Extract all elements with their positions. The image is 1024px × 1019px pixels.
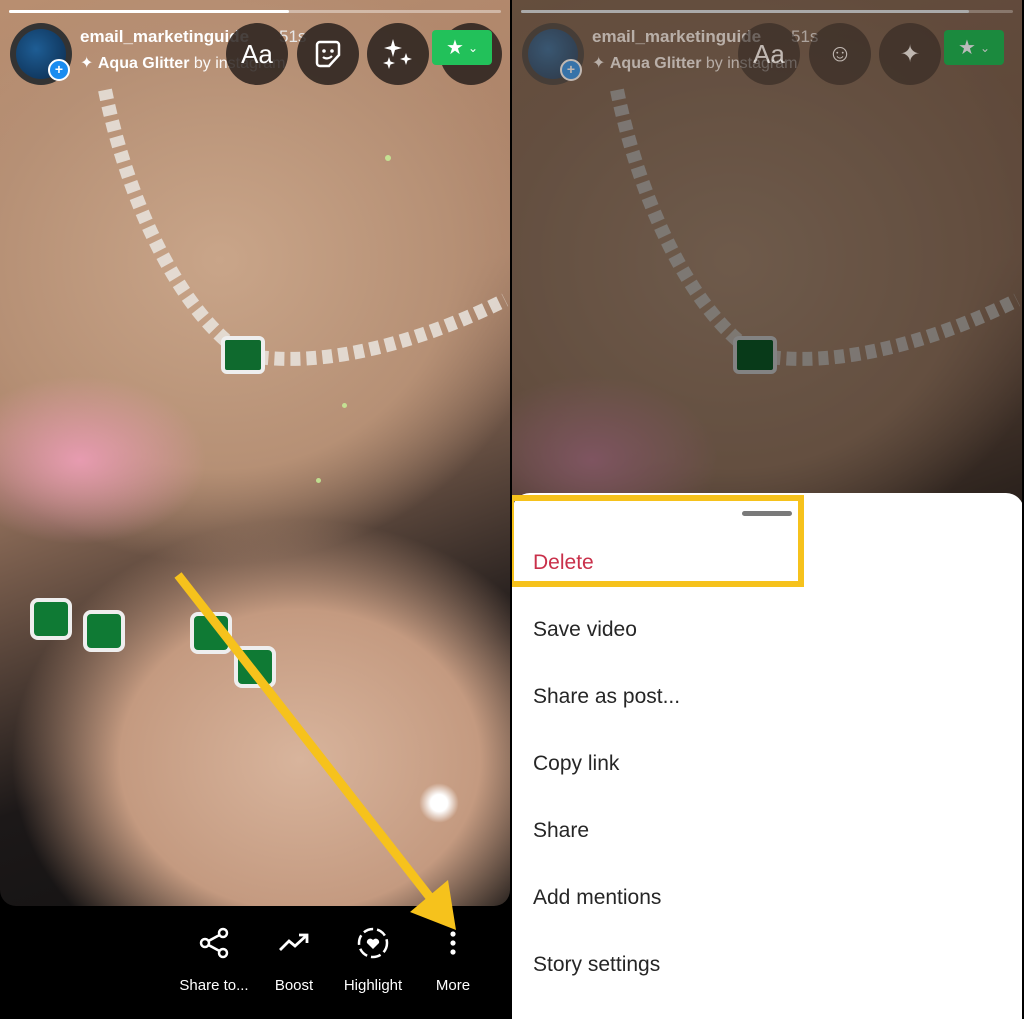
highlight-label: Highlight: [343, 977, 403, 994]
sparkles-icon: ✦: [80, 55, 98, 72]
close-friends-button[interactable]: ★ ⌄: [432, 30, 492, 65]
chevron-down-icon: ⌄: [979, 40, 990, 55]
share-icon: [199, 927, 229, 959]
avatar[interactable]: +: [10, 23, 72, 85]
story-media[interactable]: [0, 0, 510, 906]
boost-button[interactable]: Boost: [254, 926, 334, 994]
chevron-down-icon: ⌄: [467, 40, 478, 55]
sticker-icon: [315, 40, 341, 68]
sticker-button: ☺: [809, 23, 871, 85]
story-viewer-left: + email_marketinguide 51s ✦ Aqua Glitter…: [0, 0, 510, 1019]
menu-item-add-mentions[interactable]: Add mentions: [533, 886, 661, 910]
more-label: More: [435, 977, 471, 994]
highlight-button[interactable]: Highlight: [333, 926, 413, 994]
more-vertical-icon: [450, 931, 456, 955]
text-tool-button: Aa: [738, 23, 800, 85]
sparkles-icon: [383, 39, 412, 69]
close-friends-button: ★ ⌄: [944, 30, 1004, 65]
story-progress-bar: [521, 10, 1013, 13]
effect-name: Aqua Glitter: [609, 55, 702, 72]
trending-up-icon: [279, 933, 309, 951]
add-story-icon[interactable]: +: [48, 59, 70, 81]
boost-label: Boost: [274, 977, 314, 994]
menu-item-save-video[interactable]: Save video: [533, 618, 637, 642]
necklace-image: [98, 88, 509, 374]
effects-button[interactable]: [367, 23, 429, 85]
menu-item-story-settings[interactable]: Story settings: [533, 953, 660, 977]
text-tool-button[interactable]: Aa: [226, 23, 288, 85]
annotation-highlight-box: [512, 495, 804, 587]
add-story-icon: +: [560, 59, 582, 81]
more-button[interactable]: More: [413, 926, 493, 994]
star-icon: ★: [446, 37, 464, 59]
menu-item-copy-link[interactable]: Copy link: [533, 752, 619, 776]
sticker-icon: ☺: [827, 40, 853, 67]
username[interactable]: email_marketinguide: [80, 27, 249, 47]
ring-jewelry-image: [30, 598, 276, 688]
sparkles-icon: ✦: [899, 40, 921, 68]
effects-button: ✦: [879, 23, 941, 85]
avatar: +: [522, 23, 584, 85]
sparkles-icon: ✦: [592, 55, 610, 72]
text-icon: Aa: [241, 38, 273, 69]
story-action-bar: Share to... Boost Highlight More: [0, 906, 510, 1019]
text-icon: Aa: [753, 38, 785, 69]
highlight-heart-icon: [357, 927, 389, 959]
story-viewer-right: + email_marketinguide 51s ✦ Aqua Glitter…: [512, 0, 1022, 1019]
star-icon: ★: [958, 37, 976, 59]
share-to-label: Share to...: [179, 977, 249, 994]
username: email_marketinguide: [592, 27, 762, 46]
menu-item-share[interactable]: Share: [533, 819, 589, 843]
menu-item-share-as-post[interactable]: Share as post...: [533, 685, 680, 709]
story-progress-bar: [9, 10, 501, 13]
sticker-button[interactable]: [297, 23, 359, 85]
effect-name: Aqua Glitter: [97, 55, 190, 72]
share-to-button[interactable]: Share to...: [174, 926, 254, 994]
